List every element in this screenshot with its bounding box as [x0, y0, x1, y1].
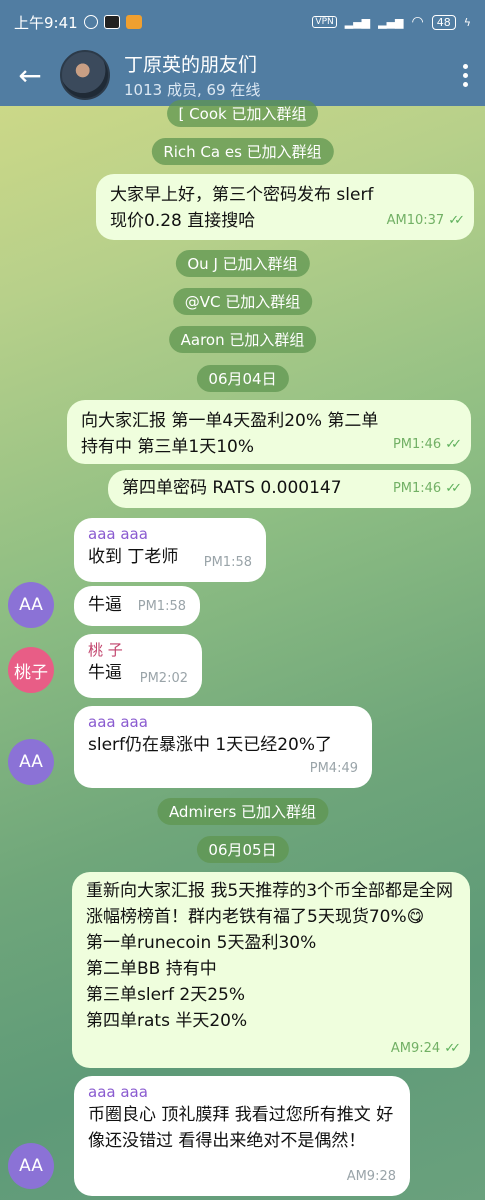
message-text: 第二单BB 持有中 [86, 959, 217, 979]
vpn-indicator: VPN [312, 16, 337, 28]
message-time: PM1:46 ✓✓ [392, 437, 462, 452]
read-check-icon: ✓✓ [445, 481, 462, 496]
service-message: @VC 已加入群组 [172, 288, 313, 315]
sender-name: 桃 子 [88, 641, 123, 659]
user-avatar[interactable]: AA [8, 1143, 54, 1189]
service-message: [ Cook 已加入群组 [166, 100, 319, 127]
message-text: 第一单runecoin 5天盈利30% [86, 933, 317, 953]
alarm-icon [83, 15, 98, 29]
group-member-count: 1013 成员, 69 在线 [124, 81, 261, 99]
message-bubble[interactable]: aaa aaa 币圈良心 顶礼膜拜 我看过您所有推文 好像还没错过 看得出来绝对… [74, 1076, 410, 1196]
message-bubble[interactable]: aaa aaa 收到 丁老师 PM1:58 [74, 518, 266, 582]
service-message: Aaron 已加入群组 [168, 326, 317, 353]
message-text: 第四单rats 半天20% [86, 1011, 248, 1031]
message-bubble[interactable]: aaa aaa slerf仍在暴涨中 1天已经20%了 PM4:49 [74, 706, 372, 788]
message-bubble[interactable]: 第四单密码 RATS 0.000147 PM1:46 ✓✓ [108, 470, 471, 508]
user-avatar[interactable]: 桃子 [8, 647, 54, 693]
message-time: AM9:28 [346, 1169, 396, 1184]
message-list[interactable]: [ Cook 已加入群组 Rich Ca es 已加入群组 大家早上好，第三个密… [0, 100, 485, 1200]
more-menu-icon[interactable] [445, 63, 485, 87]
message-time: PM1:58 [137, 599, 186, 614]
chat-header: ← 丁原英的朋友们 1013 成员, 69 在线 [0, 44, 485, 106]
message-time: PM1:58 [203, 555, 252, 570]
wifi-icon: ◠ [411, 14, 424, 30]
message-bubble[interactable]: 桃 子 牛逼 PM2:02 [74, 634, 202, 698]
message-time: PM4:49 [309, 761, 358, 776]
group-avatar[interactable] [60, 50, 110, 100]
message-text: 币圈良心 顶礼膜拜 我看过您所有推文 好像还没错过 看得出来绝对不是偶然！ [88, 1105, 394, 1151]
service-message: Rich Ca es 已加入群组 [151, 138, 334, 165]
service-message: Ou J 已加入群组 [175, 250, 310, 277]
message-bubble[interactable]: 向大家汇报 第一单4天盈利20% 第二单持有中 第三单1天10% PM1:46 ✓… [67, 400, 471, 464]
message-text: 重新向大家汇报 我5天推荐的3个币全部都是全网涨幅榜榜首！群内老铁有福了5天现货… [86, 881, 454, 927]
read-check-icon: ✓✓ [445, 437, 462, 452]
group-title: 丁原英的朋友们 [124, 54, 258, 76]
date-separator: 06月04日 [196, 365, 289, 392]
status-bar: 上午9:41 VPN ▂▄▆ ▂▄▆ ◠ 48 ϟ [0, 0, 485, 44]
sender-name: aaa aaa [88, 713, 148, 731]
message-bubble[interactable]: 重新向大家汇报 我5天推荐的3个币全部都是全网涨幅榜榜首！群内老铁有福了5天现货… [72, 872, 470, 1068]
signal-icon: ▂▄▆ [344, 15, 371, 29]
user-avatar[interactable]: AA [8, 739, 54, 785]
battery-indicator: 48 [431, 14, 456, 30]
sender-name: aaa aaa [88, 1083, 148, 1101]
group-info[interactable]: 丁原英的朋友们 1013 成员, 69 在线 [124, 50, 260, 100]
message-time: PM2:02 [139, 671, 188, 686]
message-text: 第三单slerf 2天25% [86, 985, 246, 1005]
message-time: PM1:46 ✓✓ [392, 481, 462, 496]
read-check-icon: ✓✓ [444, 1041, 461, 1056]
back-arrow-icon[interactable]: ← [0, 44, 60, 106]
message-text: slerf仍在暴涨中 1天已经20%了 [88, 735, 333, 755]
charging-icon: ϟ [463, 15, 471, 29]
signal-icon-2: ▂▄▆ [378, 15, 404, 29]
date-separator: 06月05日 [196, 836, 289, 863]
message-bubble[interactable]: 大家早上好，第三个密码发布 slerf现价0.28 直接搜哈 AM10:37 ✓✓ [96, 174, 474, 240]
app-notification-icon [103, 15, 120, 29]
read-check-icon: ✓✓ [448, 213, 465, 228]
status-time: 上午9:41 [14, 13, 78, 32]
message-time: AM9:24 ✓✓ [390, 1041, 461, 1056]
service-message: Admirers 已加入群组 [156, 798, 329, 825]
user-avatar[interactable]: AA [8, 582, 54, 628]
app-notification-icon-2 [125, 15, 142, 29]
message-bubble[interactable]: 牛逼 PM1:58 [74, 586, 200, 626]
message-time: AM10:37 ✓✓ [386, 213, 465, 228]
sender-name: aaa aaa [88, 525, 148, 543]
